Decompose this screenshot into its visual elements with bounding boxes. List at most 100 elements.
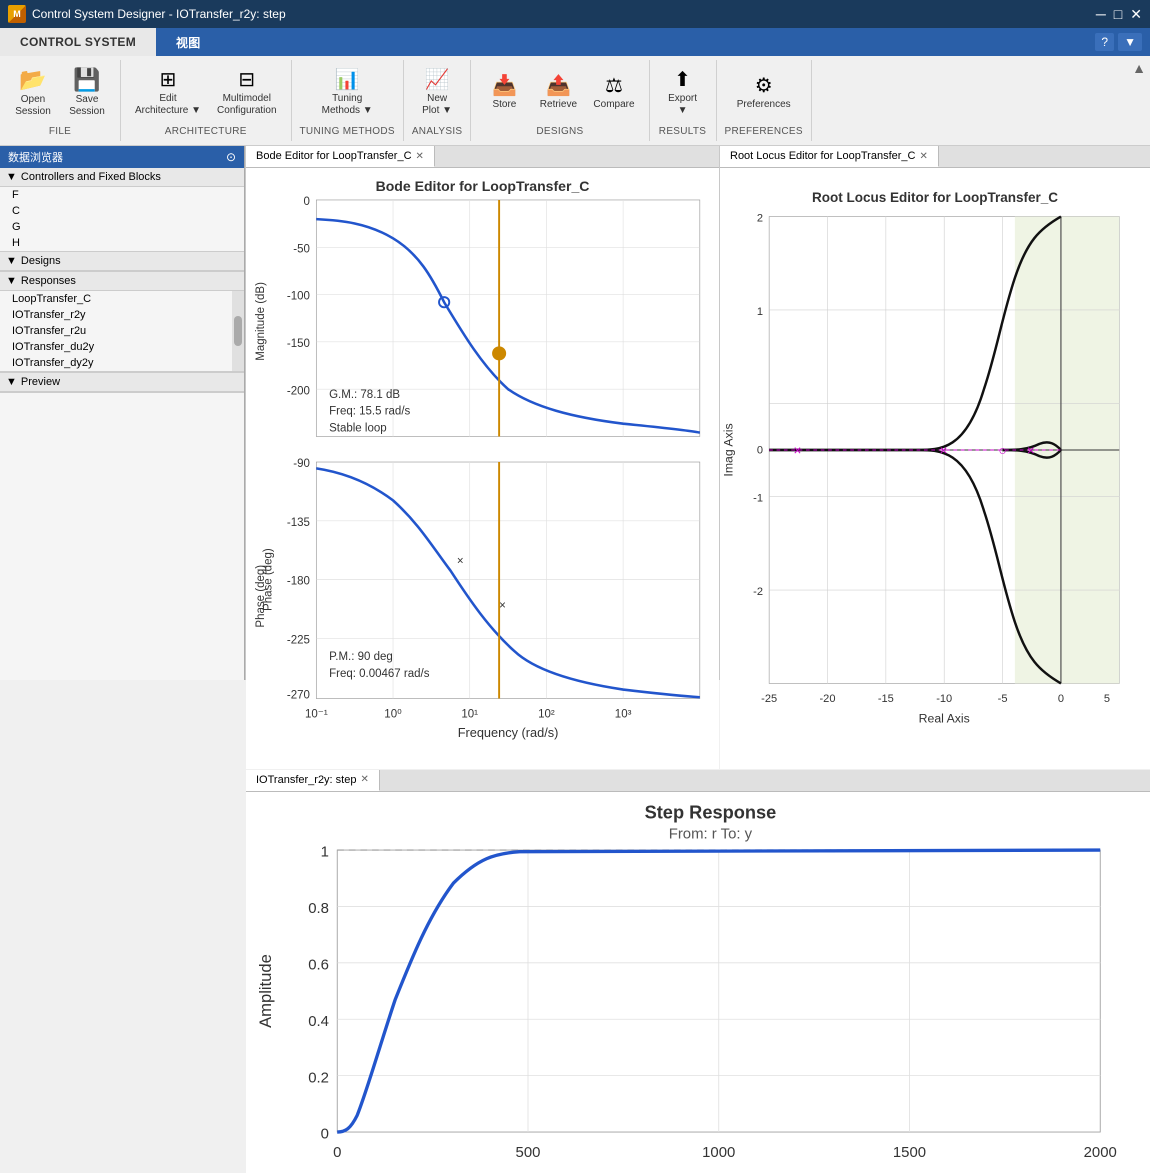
store-label: Store	[492, 99, 516, 111]
multimodel-config-button[interactable]: ⊟ MultimodelConfiguration	[211, 65, 282, 121]
tuning-methods-label: TuningMethods ▼	[322, 93, 373, 117]
export-label: Export▼	[668, 93, 697, 117]
pm-text: P.M.: 90 deg	[329, 651, 393, 663]
save-session-label: SaveSession	[69, 94, 105, 118]
file-label: FILE	[49, 126, 71, 137]
phase-marker-x2: ×	[499, 600, 506, 612]
save-session-button[interactable]: 💾 SaveSession	[62, 65, 112, 121]
bode-title: Bode Editor for LoopTransfer_C	[376, 178, 590, 194]
x-tick-3: 10³	[615, 709, 632, 721]
retrieve-button[interactable]: 📤 Retrieve	[533, 65, 583, 121]
retrieve-label: Retrieve	[540, 99, 577, 111]
root-locus-tab-bar: Root Locus Editor for LoopTransfer_C ✕	[720, 146, 1150, 168]
step-x-1500: 1500	[893, 1144, 926, 1161]
tree-item-H[interactable]: H	[0, 235, 244, 251]
tree-item-io-dy2y[interactable]: IOTransfer_dy2y	[0, 355, 232, 371]
rl-xtick-10: -10	[936, 693, 952, 705]
rl-y-label: Imag Axis	[721, 423, 735, 476]
root-locus-panel: Root Locus Editor for LoopTransfer_C ✕ R…	[720, 146, 1150, 769]
tree-item-G[interactable]: G	[0, 219, 244, 235]
compare-icon: ⚖	[605, 76, 623, 96]
tree-item-loop-transfer[interactable]: LoopTransfer_C	[0, 291, 232, 307]
designs-section-header[interactable]: ▼ Designs	[0, 252, 244, 271]
tuning-methods-button[interactable]: 📊 TuningMethods ▼	[316, 65, 379, 121]
title-bar-left: M Control System Designer - IOTransfer_r…	[8, 5, 286, 23]
tree-item-io-du2y[interactable]: IOTransfer_du2y	[0, 339, 232, 355]
y-tick-50: -50	[293, 243, 310, 255]
close-btn[interactable]: ✕	[1130, 6, 1142, 23]
rl-plot-area: × × ○ × -25 -20 -15 -10 -5	[721, 212, 1119, 725]
tab-control-system[interactable]: CONTROL SYSTEM	[0, 28, 156, 56]
preview-section-header[interactable]: ▼ Preview	[0, 373, 244, 392]
step-y-02: 0.2	[308, 1069, 329, 1086]
y-tick-200: -200	[287, 385, 310, 397]
charts-area: Bode Editor for LoopTransfer_C ✕ Bode Ed…	[246, 146, 1150, 680]
tree-item-F[interactable]: F	[0, 187, 244, 203]
bode-editor-panel: Bode Editor for LoopTransfer_C ✕ Bode Ed…	[246, 146, 719, 769]
phase-tick-135: -135	[287, 517, 310, 529]
designs-group-items: 📥 Store 📤 Retrieve ⚖ Compare	[479, 64, 640, 122]
compare-button[interactable]: ⚖ Compare	[587, 65, 640, 121]
bode-editor-tab[interactable]: Bode Editor for LoopTransfer_C ✕	[246, 146, 435, 167]
root-locus-tab-label: Root Locus Editor for LoopTransfer_C	[730, 150, 915, 162]
tree-item-io-r2u[interactable]: IOTransfer_r2u	[0, 323, 232, 339]
root-locus-tab[interactable]: Root Locus Editor for LoopTransfer_C ✕	[720, 146, 939, 167]
export-button[interactable]: ⬆ Export▼	[658, 65, 708, 121]
preferences-button[interactable]: ⚙ Preferences	[731, 65, 797, 121]
compare-label: Compare	[593, 99, 634, 111]
rl-ytick-2: 2	[757, 212, 763, 224]
architecture-label: ARCHITECTURE	[165, 126, 247, 137]
tree-item-C[interactable]: C	[0, 203, 244, 219]
responses-scrollbar[interactable]	[232, 291, 244, 371]
tab-view[interactable]: 视图	[156, 28, 221, 56]
ribbon-group-file: 📂 OpenSession 💾 SaveSession FILE	[0, 60, 121, 141]
maximize-btn[interactable]: □	[1114, 6, 1122, 23]
tuning-group-items: 📊 TuningMethods ▼	[316, 64, 379, 122]
controllers-title: Controllers and Fixed Blocks	[21, 171, 161, 183]
tab-extra-btn[interactable]: ▼	[1118, 33, 1142, 51]
window-controls[interactable]: ─ □ ✕	[1096, 6, 1142, 23]
rl-ytick-m1: -1	[753, 493, 763, 505]
tree-section-designs: ▼ Designs	[0, 252, 244, 272]
results-group-items: ⬆ Export▼	[658, 64, 708, 122]
controllers-section-header[interactable]: ▼ Controllers and Fixed Blocks	[0, 168, 244, 187]
step-response-panel: IOTransfer_r2y: step ✕ Step Response Fro…	[246, 770, 1150, 1173]
ribbon-group-results: ⬆ Export▼ RESULTS	[650, 60, 717, 141]
y-tick-150: -150	[287, 338, 310, 350]
tree-item-io-r2y[interactable]: IOTransfer_r2y	[0, 307, 232, 323]
store-button[interactable]: 📥 Store	[479, 65, 529, 121]
ribbon-collapse-btn[interactable]: ▲	[1132, 60, 1146, 76]
new-plot-icon: 📈	[425, 70, 450, 90]
tab-help-btn[interactable]: ?	[1095, 33, 1114, 51]
y-tick-0: 0	[304, 196, 310, 208]
root-locus-tab-close[interactable]: ✕	[919, 151, 927, 162]
main-tab-bar: CONTROL SYSTEM 视图 ? ▼	[0, 28, 1150, 56]
preferences-group-items: ⚙ Preferences	[731, 64, 797, 122]
title-bar: M Control System Designer - IOTransfer_r…	[0, 0, 1150, 28]
export-icon: ⬆	[674, 70, 691, 90]
controllers-chevron: ▼	[6, 171, 17, 183]
step-tab-close[interactable]: ✕	[360, 774, 368, 785]
step-svg: Step Response From: r To: y	[246, 792, 1150, 1173]
open-session-button[interactable]: 📂 OpenSession	[8, 65, 58, 121]
step-chart-body: Step Response From: r To: y	[246, 792, 1150, 1173]
step-response-tab[interactable]: IOTransfer_r2y: step ✕	[246, 770, 380, 791]
phase-tick-180: -180	[287, 576, 310, 588]
step-y-04: 0.4	[308, 1013, 329, 1030]
designs-title: Designs	[21, 255, 61, 267]
edit-architecture-button[interactable]: ⊞ EditArchitecture ▼	[129, 65, 207, 121]
panel-collapse-icon[interactable]: ⊙	[226, 150, 236, 164]
tree-section-responses: ▼ Responses LoopTransfer_C IOTransfer_r2…	[0, 272, 244, 372]
store-icon: 📥	[492, 76, 517, 96]
analysis-label: ANALYSIS	[412, 126, 463, 137]
results-label: RESULTS	[659, 126, 706, 137]
open-session-icon: 📂	[19, 69, 46, 91]
minimize-btn[interactable]: ─	[1096, 6, 1106, 23]
step-x-1000: 1000	[702, 1144, 735, 1161]
bode-svg: Bode Editor for LoopTransfer_C	[246, 168, 719, 769]
new-plot-button[interactable]: 📈 NewPlot ▼	[412, 65, 462, 121]
ribbon-group-tuning: 📊 TuningMethods ▼ TUNING METHODS	[292, 60, 404, 141]
bode-tab-close[interactable]: ✕	[416, 151, 424, 162]
responses-section-header[interactable]: ▼ Responses	[0, 272, 244, 291]
x-tick-01: 10⁻¹	[305, 709, 328, 721]
